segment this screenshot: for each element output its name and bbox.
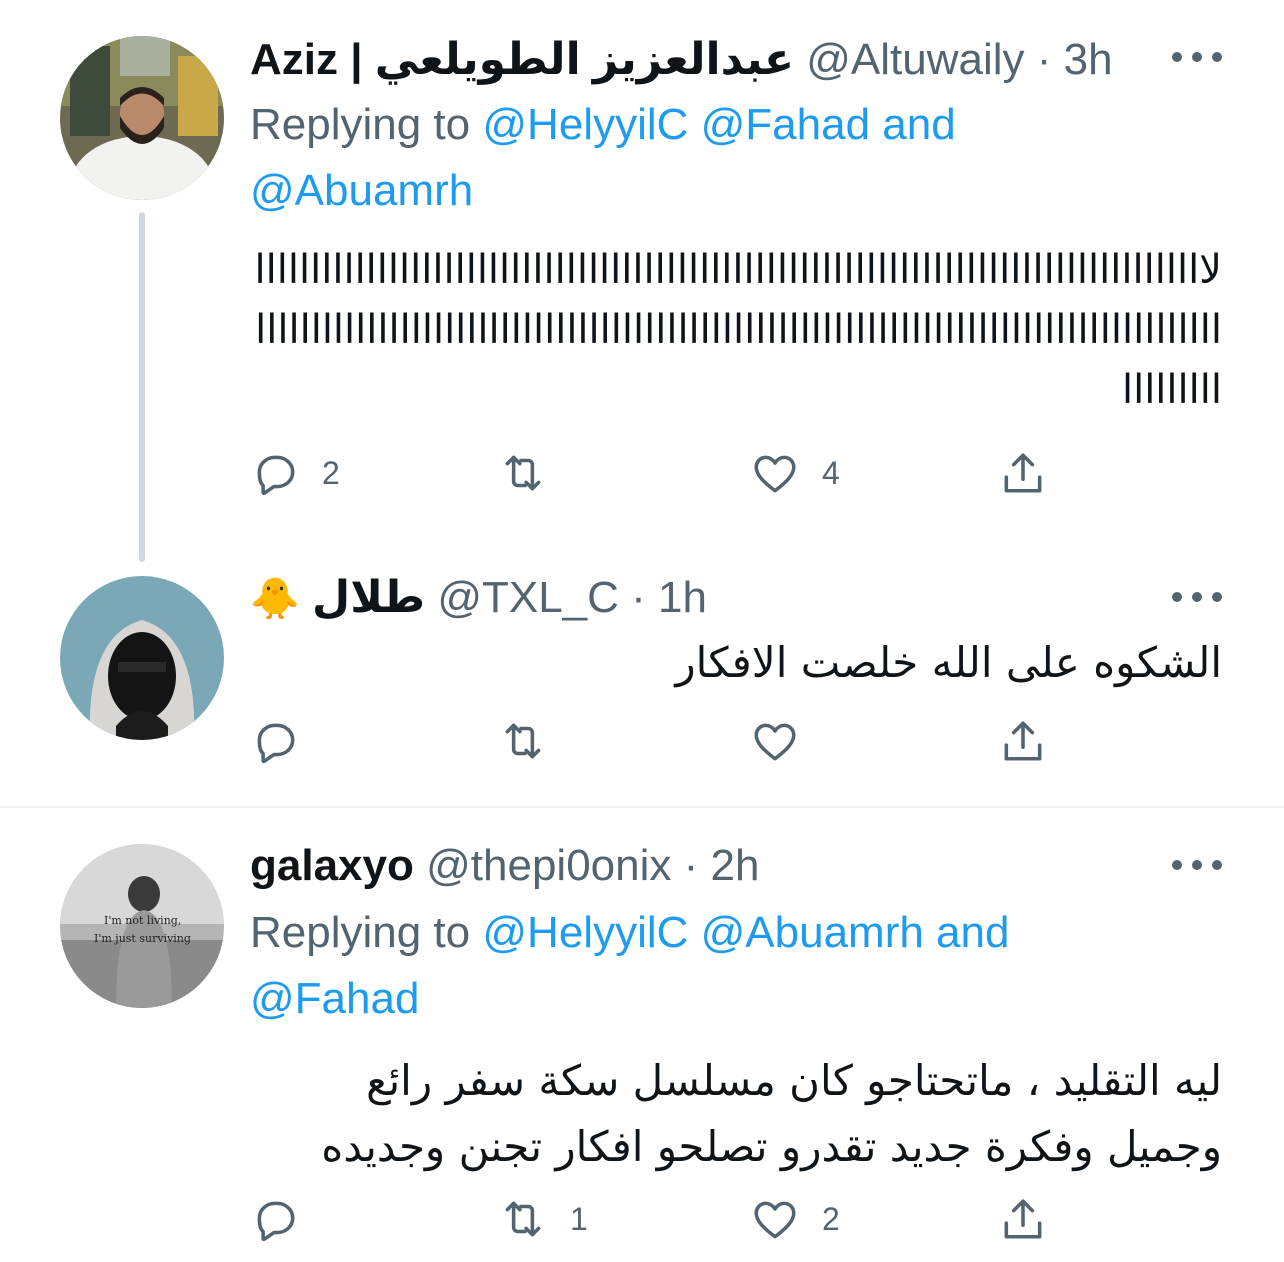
separator-dot: · <box>683 841 699 890</box>
retweet-button[interactable] <box>498 448 570 498</box>
like-button[interactable]: 4 <box>750 448 840 498</box>
more-icon[interactable] <box>1172 854 1222 874</box>
chick-icon: 🐥 <box>250 576 300 622</box>
timestamp[interactable]: 1h <box>658 573 707 622</box>
mention-link[interactable]: @HelyyilC @Abuamrh and <box>482 908 1009 957</box>
retweet-icon <box>505 455 541 491</box>
like-button[interactable] <box>750 716 822 766</box>
share-icon <box>1004 1199 1042 1239</box>
handle[interactable]: @thepi0onix <box>426 841 671 890</box>
tweet-text-line: ليه التقليد ، ماتحتاجو كان مسلسل سكة سفر… <box>366 1056 1222 1105</box>
tweet-text: الشكوه على الله خلصت الافكار <box>675 638 1222 687</box>
tweet-divider <box>0 806 1284 808</box>
like-button[interactable]: 2 <box>750 1194 840 1244</box>
reply-button[interactable] <box>250 1194 322 1244</box>
display-name[interactable]: طلال <box>312 573 425 622</box>
heart-icon <box>754 1201 796 1239</box>
share-icon <box>1004 721 1042 761</box>
share-button[interactable] <box>998 448 1048 498</box>
separator-dot: · <box>1036 35 1052 84</box>
timestamp[interactable]: 3h <box>1064 35 1113 84</box>
retweet-button[interactable]: 1 <box>498 1194 588 1244</box>
retweet-icon <box>505 1201 541 1237</box>
heart-icon <box>754 723 796 761</box>
heart-icon <box>754 455 796 493</box>
mention-link[interactable]: @Fahad <box>250 974 419 1023</box>
avatar-caption: I'm not living, <box>104 914 181 927</box>
retweet-button[interactable] <box>498 716 570 766</box>
timestamp[interactable]: 2h <box>711 841 760 890</box>
like-count: 2 <box>822 1200 840 1237</box>
more-icon[interactable] <box>1172 586 1222 606</box>
handle[interactable]: @Altuwaily <box>806 35 1024 84</box>
display-name[interactable]: Aziz | عبدالعزيز الطويلعي <box>250 35 794 84</box>
retweet-icon <box>505 723 541 759</box>
retweet-count: 1 <box>570 1200 588 1237</box>
reply-icon <box>257 455 295 496</box>
reply-icon <box>257 1201 295 1242</box>
replying-to: Replying to @HelyyilC @Fahad and @Abuamr… <box>250 92 1150 224</box>
reply-count: 2 <box>322 454 340 491</box>
display-name[interactable]: galaxyo <box>250 841 414 890</box>
separator-dot: · <box>631 573 646 622</box>
thread-line <box>139 212 145 562</box>
avatar[interactable] <box>60 36 224 200</box>
tweet-header: 🐥 طلال @TXL_C · 1h <box>250 572 707 625</box>
reply-button[interactable]: 2 <box>250 448 340 498</box>
replying-to: Replying to @HelyyilC @Abuamrh and @Faha… <box>250 900 1150 1032</box>
tweet-text: لااااااااااااااااااااااااااااااااااااااا… <box>254 247 1222 413</box>
share-button[interactable] <box>998 716 1048 766</box>
avatar[interactable] <box>60 576 224 740</box>
like-count: 4 <box>822 454 840 491</box>
avatar[interactable]: I'm not living, I'm just surviving <box>60 844 224 1008</box>
mention-link[interactable]: @HelyyilC @Fahad and <box>482 100 955 149</box>
reply-icon <box>257 723 295 764</box>
share-button[interactable] <box>998 1194 1048 1244</box>
tweet-text-line: وجميل وفكرة جديد تقدرو تصلحو افكار تجنن … <box>321 1122 1222 1171</box>
replying-prefix: Replying to <box>250 100 471 149</box>
reply-button[interactable] <box>250 716 322 766</box>
tweet-header: galaxyo @thepi0onix · 2h <box>250 840 759 892</box>
share-icon <box>1004 453 1042 493</box>
mention-link[interactable]: @Abuamrh <box>250 166 473 215</box>
replying-prefix: Replying to <box>250 908 471 957</box>
handle[interactable]: @TXL_C <box>437 573 619 622</box>
tweet-text: ليه التقليد ، ماتحتاجو كان مسلسل سكة سفر… <box>321 1048 1222 1180</box>
more-icon[interactable] <box>1172 46 1222 66</box>
tweet-header: Aziz | عبدالعزيز الطويلعي @Altuwaily · 3… <box>250 34 1113 86</box>
avatar-caption: I'm just surviving <box>94 932 191 945</box>
